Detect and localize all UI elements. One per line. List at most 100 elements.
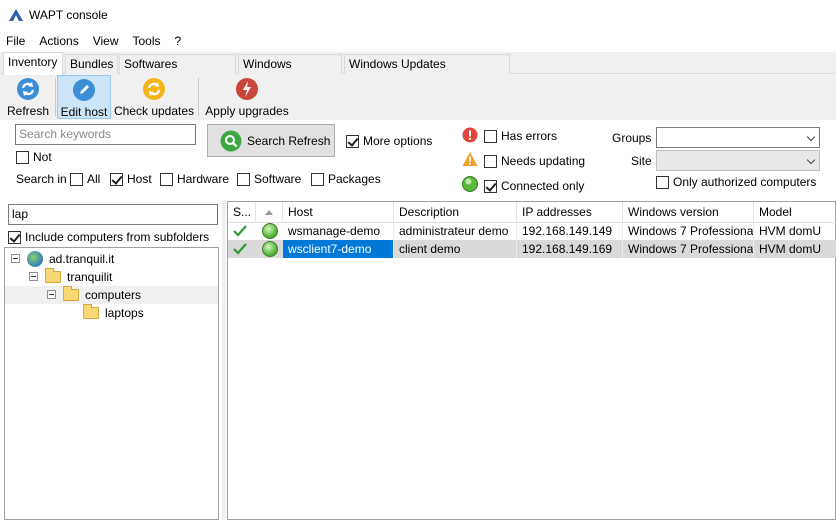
tab-bundles[interactable]: Bundles	[65, 54, 118, 74]
table-row-selected[interactable]: wsclient7-demo client demo 192.168.149.1…	[228, 240, 836, 258]
column-header-model[interactable]: Model	[754, 202, 836, 223]
cell-host[interactable]: wsmanage-demo	[283, 222, 394, 240]
column-header-description[interactable]: Description	[394, 202, 517, 223]
not-label: Not	[33, 150, 52, 164]
host-checkbox-box[interactable]	[110, 172, 123, 186]
hosts-grid[interactable]: S... Host Description IP addresses Windo…	[227, 201, 836, 520]
edit-pencil-icon	[73, 79, 95, 101]
tree-node-computers-label: computers	[85, 288, 142, 302]
tree-filter-input[interactable]: lap	[8, 204, 218, 225]
cell-model[interactable]: HVM domU	[754, 222, 836, 240]
software-label: Software	[254, 172, 302, 186]
menu-actions[interactable]: Actions	[32, 32, 85, 50]
search-refresh-button[interactable]: Search Refresh	[207, 124, 335, 157]
chevron-down-icon	[806, 132, 816, 142]
search-icon	[220, 130, 242, 151]
more-options-label: More options	[363, 134, 433, 148]
cell-ip[interactable]: 192.168.149.169	[517, 240, 623, 258]
column-header-ip-addresses[interactable]: IP addresses	[517, 202, 623, 223]
all-checkbox-box[interactable]	[70, 172, 83, 186]
connected-only-label: Connected only	[501, 179, 585, 193]
check-updates-icon	[143, 78, 165, 100]
refresh-label: Refresh	[6, 104, 50, 118]
cell-windows-version[interactable]: Windows 7 Professional	[623, 222, 754, 240]
panel-splitter[interactable]	[222, 200, 226, 520]
groups-select[interactable]	[656, 127, 820, 148]
menu-tools[interactable]: Tools	[126, 32, 168, 50]
connected-status-icon	[462, 176, 478, 192]
search-in-all-checkbox[interactable]: All	[70, 172, 100, 186]
tree-node-computers[interactable]: computers	[5, 286, 218, 304]
org-tree[interactable]: ad.tranquil.it tranquilit computers lapt…	[4, 247, 219, 520]
hardware-checkbox-box[interactable]	[160, 172, 173, 186]
cell-description[interactable]: client demo	[394, 240, 517, 258]
cell-windows-version[interactable]: Windows 7 Professional	[623, 240, 754, 258]
apply-upgrades-button[interactable]: Apply upgrades	[203, 75, 291, 119]
check-updates-label: Check updates	[113, 104, 195, 118]
edit-host-button[interactable]: Edit host	[57, 75, 111, 119]
only-authorized-checkbox[interactable]: Only authorized computers	[656, 175, 816, 189]
cell-host[interactable]: wsclient7-demo	[283, 240, 394, 258]
online-status-icon	[262, 223, 278, 239]
more-options-checkbox-box[interactable]	[346, 134, 359, 148]
tab-softwares-repository[interactable]: Softwares repository	[119, 54, 236, 90]
column-header-host[interactable]: Host	[283, 202, 394, 223]
toolbar: Refresh Edit host Check updates Apply up…	[0, 74, 836, 120]
folder-icon	[83, 304, 99, 319]
needs-updating-checkbox[interactable]: Needs updating	[484, 154, 585, 168]
search-in-software-checkbox[interactable]: Software	[237, 172, 301, 186]
cell-model[interactable]: HVM domU	[754, 240, 836, 258]
toolbar-separator	[55, 78, 56, 116]
refresh-button[interactable]: Refresh	[4, 75, 52, 119]
column-header-windows-version[interactable]: Windows version	[623, 202, 754, 223]
site-select[interactable]	[656, 150, 820, 171]
more-options-checkbox[interactable]: More options	[346, 134, 432, 148]
sort-ascending-icon	[265, 210, 273, 215]
has-errors-checkbox[interactable]: Has errors	[484, 129, 557, 143]
tree-filter-value: lap	[12, 207, 29, 221]
cell-ip[interactable]: 192.168.149.149	[517, 222, 623, 240]
tab-inventory[interactable]: Inventory	[3, 52, 63, 75]
search-in-hardware-checkbox[interactable]: Hardware	[160, 172, 229, 186]
menu-help[interactable]: ?	[168, 32, 189, 50]
not-checkbox[interactable]: Not	[16, 150, 52, 164]
not-checkbox-box[interactable]	[16, 150, 29, 164]
column-header-status[interactable]: S...	[228, 202, 256, 223]
has-errors-label: Has errors	[501, 129, 558, 143]
check-ok-icon	[233, 225, 247, 237]
tree-node-tranquilit-label: tranquilit	[67, 270, 113, 284]
tab-windows-updates[interactable]: Windows Updates	[238, 54, 342, 90]
column-header-connected[interactable]	[256, 202, 283, 223]
check-updates-button[interactable]: Check updates	[113, 75, 195, 119]
online-status-icon	[262, 241, 278, 257]
window-title: WAPT console	[29, 8, 108, 22]
collapse-icon[interactable]	[29, 272, 38, 281]
tree-node-root[interactable]: ad.tranquil.it	[27, 250, 114, 268]
edit-host-label: Edit host	[60, 105, 108, 119]
has-errors-checkbox-box[interactable]	[484, 129, 497, 143]
menu-view[interactable]: View	[86, 32, 126, 50]
search-keywords-input[interactable]: Search keywords	[15, 124, 196, 145]
needs-updating-checkbox-box[interactable]	[484, 154, 497, 168]
site-label: Site	[631, 154, 652, 168]
search-in-host-checkbox[interactable]: Host	[110, 172, 152, 186]
collapse-icon[interactable]	[11, 254, 20, 263]
connected-only-checkbox-box[interactable]	[484, 179, 497, 193]
title-bar: WAPT console	[0, 0, 836, 31]
include-subfolders-checkbox-box[interactable]	[8, 230, 21, 244]
left-panel: lap Include computers from subfolders ad…	[0, 200, 222, 520]
packages-checkbox-box[interactable]	[311, 172, 324, 186]
cell-description[interactable]: administrateur demo	[394, 222, 517, 240]
collapse-icon[interactable]	[47, 290, 56, 299]
only-authorized-checkbox-box[interactable]	[656, 175, 669, 189]
search-in-packages-checkbox[interactable]: Packages	[311, 172, 381, 186]
table-row[interactable]: wsmanage-demo administrateur demo 192.16…	[228, 222, 836, 240]
software-checkbox-box[interactable]	[237, 172, 250, 186]
tree-node-tranquilit[interactable]: tranquilit	[45, 268, 112, 286]
include-subfolders-checkbox[interactable]: Include computers from subfolders	[8, 230, 209, 244]
connected-only-checkbox[interactable]: Connected only	[484, 179, 584, 193]
tab-windows-updates-downloads[interactable]: Windows Updates downloads	[344, 54, 510, 90]
tree-node-laptops[interactable]: laptops	[83, 304, 144, 322]
menu-file[interactable]: File	[0, 32, 32, 50]
search-in-label: Search in	[16, 172, 67, 186]
